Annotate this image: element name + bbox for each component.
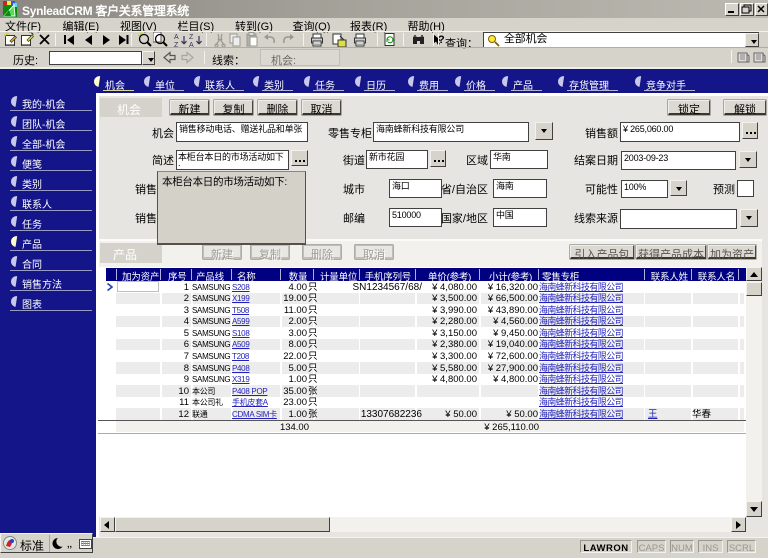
svg-text:?: ? — [438, 34, 445, 46]
svg-text:A: A — [174, 34, 179, 41]
svg-text:Z: Z — [189, 34, 194, 41]
